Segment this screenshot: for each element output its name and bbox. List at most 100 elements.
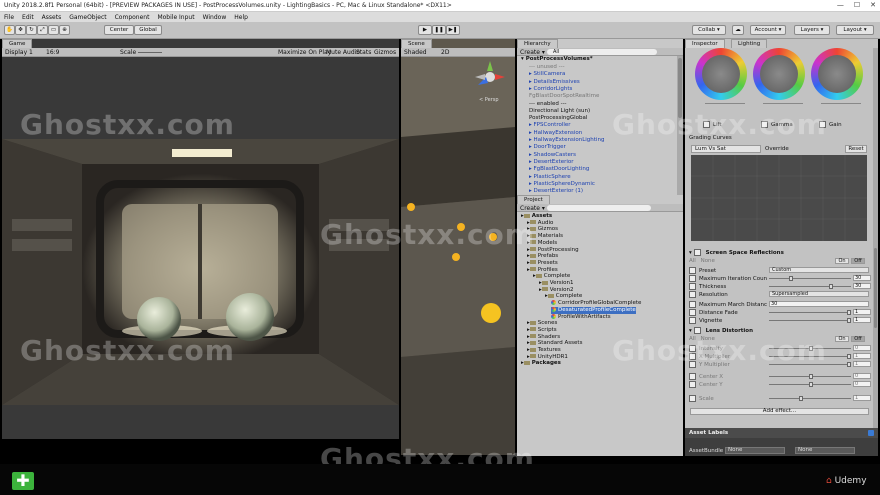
ssr-vignette-checkbox[interactable] [689, 317, 696, 324]
curve-editor[interactable] [691, 155, 867, 241]
ssr-on-button[interactable]: On [835, 258, 849, 264]
add-effect-button[interactable]: Add effect... [690, 408, 869, 415]
lens-center-x-input[interactable]: 0 [853, 373, 871, 379]
asset-label-tag-icon[interactable] [868, 430, 874, 436]
layout-dropdown[interactable]: Layout ▾ [836, 25, 874, 35]
lens-center-x-checkbox[interactable] [689, 373, 696, 380]
hierarchy-item[interactable]: Directional Light (sun) [529, 108, 590, 115]
hand-tool-button[interactable]: ✋ [4, 25, 15, 35]
ssr-max-iterations-knob[interactable] [789, 276, 793, 281]
ssr-max-iterations-slider[interactable] [769, 276, 851, 281]
curve-override-toggle[interactable]: Override [765, 145, 793, 153]
ssr-max-iterations-checkbox[interactable] [689, 275, 696, 282]
ssr-distance-fade-knob[interactable] [847, 310, 851, 315]
scene-orientation-gizmo[interactable] [473, 59, 507, 93]
hierarchy-item[interactable]: ▸ DetailsEmissives [529, 79, 580, 86]
lens-center-y-checkbox[interactable] [689, 381, 696, 388]
lens-center-y-slider[interactable] [769, 382, 851, 387]
ssr-vignette-input[interactable]: 1 [853, 317, 871, 323]
hierarchy-item[interactable]: FgBlastDoorSpotRealtime [529, 93, 599, 100]
lens-y-multiplier-knob[interactable] [847, 362, 851, 367]
gain-slider[interactable] [821, 103, 861, 104]
tab-hierarchy[interactable]: Hierarchy [517, 39, 558, 48]
tab-game[interactable]: Game [2, 39, 33, 48]
lens-x-multiplier-knob[interactable] [847, 354, 851, 359]
ssr-max-march-input[interactable]: 30 [769, 301, 869, 307]
lens-scale-knob[interactable] [799, 396, 803, 401]
minimize-button[interactable]: — [837, 1, 844, 9]
scene-render-image[interactable] [401, 57, 515, 455]
hierarchy-item[interactable]: ▸ FPSController [529, 122, 571, 129]
inspector-scrollbar[interactable] [873, 48, 878, 428]
hierarchy-item[interactable]: PostProcessingGlobal [529, 115, 587, 122]
ssr-resolution-dropdown[interactable]: Supersampled [769, 291, 869, 297]
ssr-off-button[interactable]: Off [851, 258, 865, 264]
hierarchy-item[interactable]: ▸ FgBlastDoorLighting [529, 166, 589, 173]
project-asset-item[interactable]: ProfileWithArtifacts [551, 313, 611, 321]
asset-labels-header[interactable]: Asset Labels [685, 428, 878, 438]
perspective-label[interactable]: < Persp [479, 97, 499, 103]
lens-scale-checkbox[interactable] [689, 395, 696, 402]
maximize-on-play-toggle[interactable]: Maximize On Play [278, 49, 331, 56]
play-button[interactable]: ▶ [418, 25, 432, 35]
hierarchy-item[interactable]: ▸ HallwayExtension [529, 130, 582, 137]
lens-on-button[interactable]: On [835, 336, 849, 342]
maximize-button[interactable]: ☐ [854, 1, 860, 9]
hierarchy-item[interactable]: ▸ PlasticSphereDynamic [529, 181, 595, 188]
account-dropdown[interactable]: Account ▾ [750, 25, 786, 35]
hierarchy-create-dropdown[interactable]: Create ▾ [520, 49, 545, 56]
menu-file[interactable]: File [4, 14, 14, 21]
ssr-none-toggle[interactable]: None [701, 258, 715, 264]
gain-color-wheel[interactable] [811, 48, 863, 100]
aspect-dropdown[interactable]: 16:9 [46, 49, 59, 56]
tab-project[interactable]: Project [517, 195, 550, 204]
hierarchy-item[interactable]: ▸ DoorTrigger [529, 144, 566, 151]
project-search-input[interactable] [547, 205, 651, 211]
ssr-thickness-checkbox[interactable] [689, 283, 696, 290]
menu-component[interactable]: Component [115, 14, 150, 21]
pivot-center-button[interactable]: Center [104, 25, 134, 35]
asset-bundle-variant-dropdown[interactable]: None [795, 447, 855, 454]
ssr-max-iterations-input[interactable]: 30 [853, 275, 871, 281]
ssr-preset-dropdown[interactable]: Custom [769, 267, 869, 273]
menu-gameobject[interactable]: GameObject [69, 14, 106, 21]
step-button[interactable]: ▶❚ [446, 25, 460, 35]
lens-x-multiplier-input[interactable]: 1 [853, 353, 871, 359]
ssr-header[interactable]: ▾ Screen Space Reflections [689, 249, 873, 256]
lens-y-multiplier-input[interactable]: 1 [853, 361, 871, 367]
mute-audio-toggle[interactable]: Mute Audio [326, 49, 360, 56]
menu-help[interactable]: Help [234, 14, 248, 21]
scale-slider[interactable] [138, 52, 162, 53]
hierarchy-item[interactable]: ▸ StillCamera [529, 71, 565, 78]
hierarchy-item[interactable]: --- unused --- [529, 64, 565, 71]
lift-color-wheel[interactable] [695, 48, 747, 100]
lens-center-x-knob[interactable] [809, 374, 813, 379]
tab-scene[interactable]: Scene [401, 39, 432, 48]
collab-button[interactable]: Collab ▾ [692, 25, 726, 35]
curve-mode-dropdown[interactable]: Lum Vs Sat [691, 145, 761, 153]
shading-dropdown[interactable]: Shaded [404, 49, 427, 56]
ssr-all-toggle[interactable]: All [689, 258, 696, 264]
hierarchy-item[interactable]: --- enabled --- [529, 101, 567, 108]
curve-reset-button[interactable]: Reset [845, 145, 867, 153]
ssr-thickness-knob[interactable] [829, 284, 833, 289]
hierarchy-item[interactable]: ▸ DesertExterior [529, 159, 574, 166]
gizmos-toggle[interactable]: Gizmos [374, 49, 396, 56]
rotate-tool-button[interactable]: ↻ [26, 25, 37, 35]
ssr-distance-fade-checkbox[interactable] [689, 309, 696, 316]
gamma-color-wheel[interactable] [753, 48, 805, 100]
lens-center-x-slider[interactable] [769, 374, 851, 379]
lens-scale-input[interactable]: 1 [853, 395, 871, 401]
project-create-dropdown[interactable]: Create ▾ [520, 205, 545, 212]
ssr-max-march-checkbox[interactable] [689, 301, 696, 308]
2d-toggle[interactable]: 2D [441, 49, 449, 56]
hierarchy-item[interactable]: ▸ HallwayExtensionLighting [529, 137, 604, 144]
pivot-global-button[interactable]: Global [134, 25, 162, 35]
lens-intensity-input[interactable]: 0 [853, 345, 871, 351]
asset-bundle-dropdown[interactable]: None [725, 447, 785, 454]
menu-edit[interactable]: Edit [22, 14, 34, 21]
layers-dropdown[interactable]: Layers ▾ [794, 25, 830, 35]
tab-lighting[interactable]: Lighting [731, 39, 768, 48]
ssr-distance-fade-slider[interactable] [769, 310, 851, 315]
scale-tool-button[interactable]: ⤢ [37, 25, 48, 35]
